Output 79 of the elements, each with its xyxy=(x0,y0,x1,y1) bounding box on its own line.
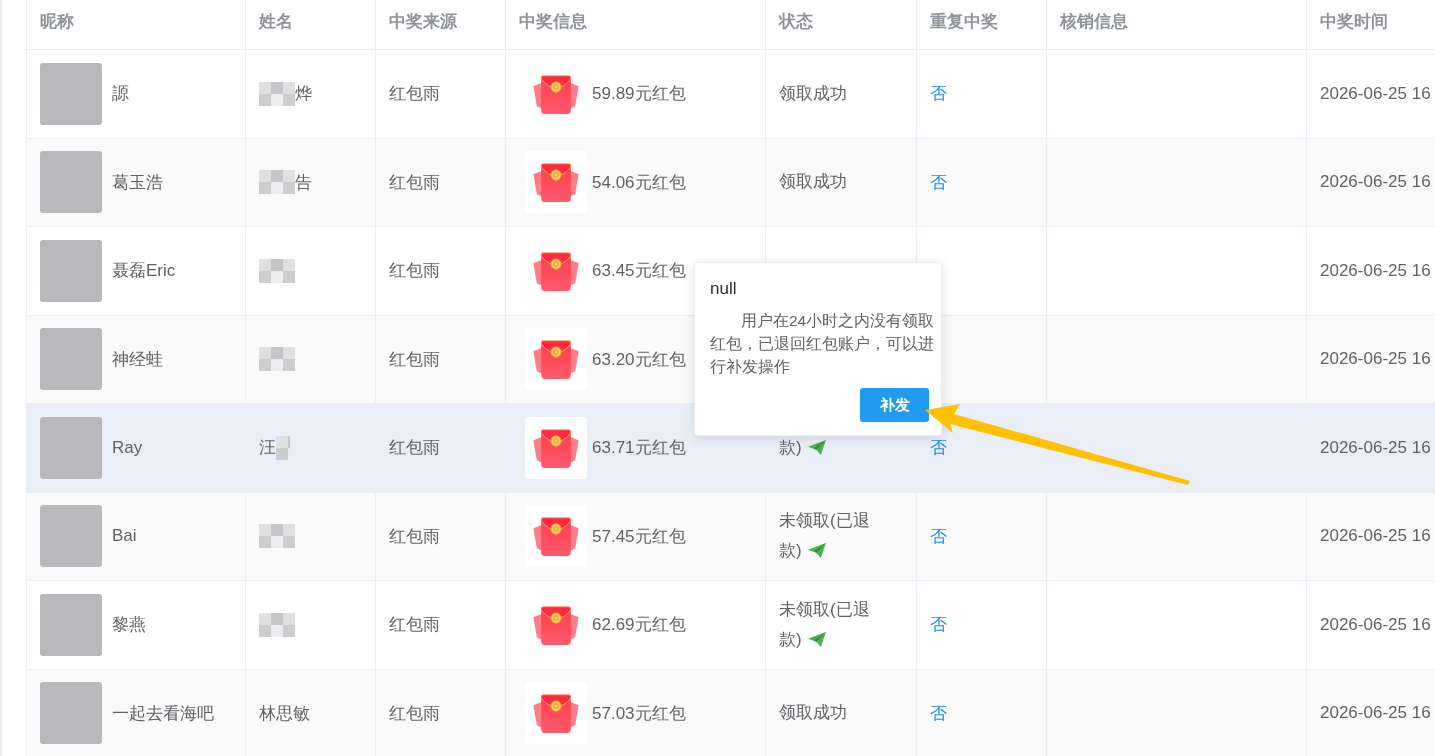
status-text: 未领取(已退款) xyxy=(779,598,871,651)
prize-text: 63.71元红包 xyxy=(592,437,686,460)
avatar-photo xyxy=(40,682,102,745)
source-text: 红包雨 xyxy=(389,614,440,637)
nickname-text: Bai xyxy=(112,526,137,547)
nickname-text: 神经蛙 xyxy=(112,348,163,371)
source-text: 红包雨 xyxy=(389,83,440,106)
name-text: 烨 xyxy=(295,83,312,106)
avatar-photo xyxy=(40,593,102,656)
prize-text: 63.45元红包 xyxy=(592,260,686,283)
time-text: 2026-06-25 16 xyxy=(1320,260,1431,281)
envelope-icon xyxy=(525,682,587,745)
column-header: 状态 xyxy=(766,0,917,49)
avatar-photo xyxy=(40,239,102,302)
envelope-icon xyxy=(525,505,587,568)
source-text: 红包雨 xyxy=(389,171,440,194)
prize-text: 62.69元红包 xyxy=(592,614,686,637)
resend-button[interactable]: 补发 xyxy=(860,388,929,422)
column-header: 核销信息 xyxy=(1047,0,1307,49)
repeat-link[interactable]: 否 xyxy=(930,170,947,194)
nickname-text: 聂磊Eric xyxy=(112,260,176,283)
source-text: 红包雨 xyxy=(389,348,440,371)
avatar-photo xyxy=(40,328,102,391)
column-header: 重复中奖 xyxy=(917,0,1047,49)
column-header: 中奖信息 xyxy=(506,0,766,49)
status-text: 领取成功 xyxy=(779,171,848,194)
redaction-mosaic xyxy=(259,170,295,195)
popover-message: 用户在24小时之内没有领取红包，已退回红包账户，可以进行补发操作 xyxy=(710,311,936,377)
name-text: 告 xyxy=(295,171,312,194)
envelope-icon xyxy=(525,328,587,391)
repeat-link[interactable]: 否 xyxy=(930,436,947,460)
column-header: 姓名 xyxy=(246,0,376,49)
nickname-text: Ray xyxy=(112,437,143,458)
redaction-mosaic xyxy=(259,258,295,283)
time-text: 2026-06-25 16 xyxy=(1320,83,1431,104)
redaction-mosaic xyxy=(259,347,295,372)
time-text: 2026-06-25 16 xyxy=(1320,349,1431,370)
time-text: 2026-06-25 16 xyxy=(1320,437,1431,458)
status-text: 领取成功 xyxy=(779,702,848,725)
redaction-mosaic xyxy=(259,81,295,106)
nickname-text: 謜 xyxy=(112,83,129,106)
repeat-link[interactable]: 否 xyxy=(930,524,947,548)
status-text: 领取成功 xyxy=(779,82,848,105)
source-text: 红包雨 xyxy=(389,702,440,725)
redaction-mosaic xyxy=(276,435,290,460)
popover-title: null xyxy=(710,278,738,300)
name-text: 林思敏 xyxy=(259,702,310,725)
repeat-link[interactable]: 否 xyxy=(930,82,947,106)
source-text: 红包雨 xyxy=(389,437,440,460)
column-header: 中奖来源 xyxy=(376,0,506,49)
repeat-link[interactable]: 否 xyxy=(930,613,947,637)
column-header: 昵称 xyxy=(27,0,246,49)
redaction-mosaic xyxy=(259,612,295,637)
prize-text: 57.03元红包 xyxy=(592,702,686,725)
time-text: 2026-06-25 16 xyxy=(1320,703,1431,724)
nickname-text: 葛玉浩 xyxy=(112,171,163,194)
status-text: 未领取(已退款) xyxy=(779,510,871,563)
nickname-text: 一起去看海吧 xyxy=(112,702,214,725)
envelope-icon xyxy=(525,416,587,479)
envelope-icon xyxy=(525,151,587,214)
repeat-link[interactable]: 否 xyxy=(930,701,947,725)
prize-text: 57.45元红包 xyxy=(592,525,686,548)
avatar-photo xyxy=(40,151,102,214)
source-text: 红包雨 xyxy=(389,260,440,283)
nickname-text: 黎燕 xyxy=(112,614,146,637)
prize-text: 59.89元红包 xyxy=(592,83,686,106)
time-text: 2026-06-25 16 xyxy=(1320,526,1431,547)
avatar-photo xyxy=(40,62,102,125)
status-text: 款) xyxy=(779,432,879,463)
avatar-photo xyxy=(40,416,102,479)
prize-text: 63.20元红包 xyxy=(592,348,686,371)
avatar-photo xyxy=(40,505,102,568)
time-text: 2026-06-25 16 xyxy=(1320,172,1431,193)
column-header: 中奖时间 xyxy=(1319,11,1389,33)
time-text: 2026-06-25 16 xyxy=(1320,614,1431,635)
redaction-mosaic xyxy=(259,524,295,549)
source-text: 红包雨 xyxy=(389,525,440,548)
name-text: 汪 xyxy=(259,437,276,460)
prize-text: 54.06元红包 xyxy=(592,171,686,194)
